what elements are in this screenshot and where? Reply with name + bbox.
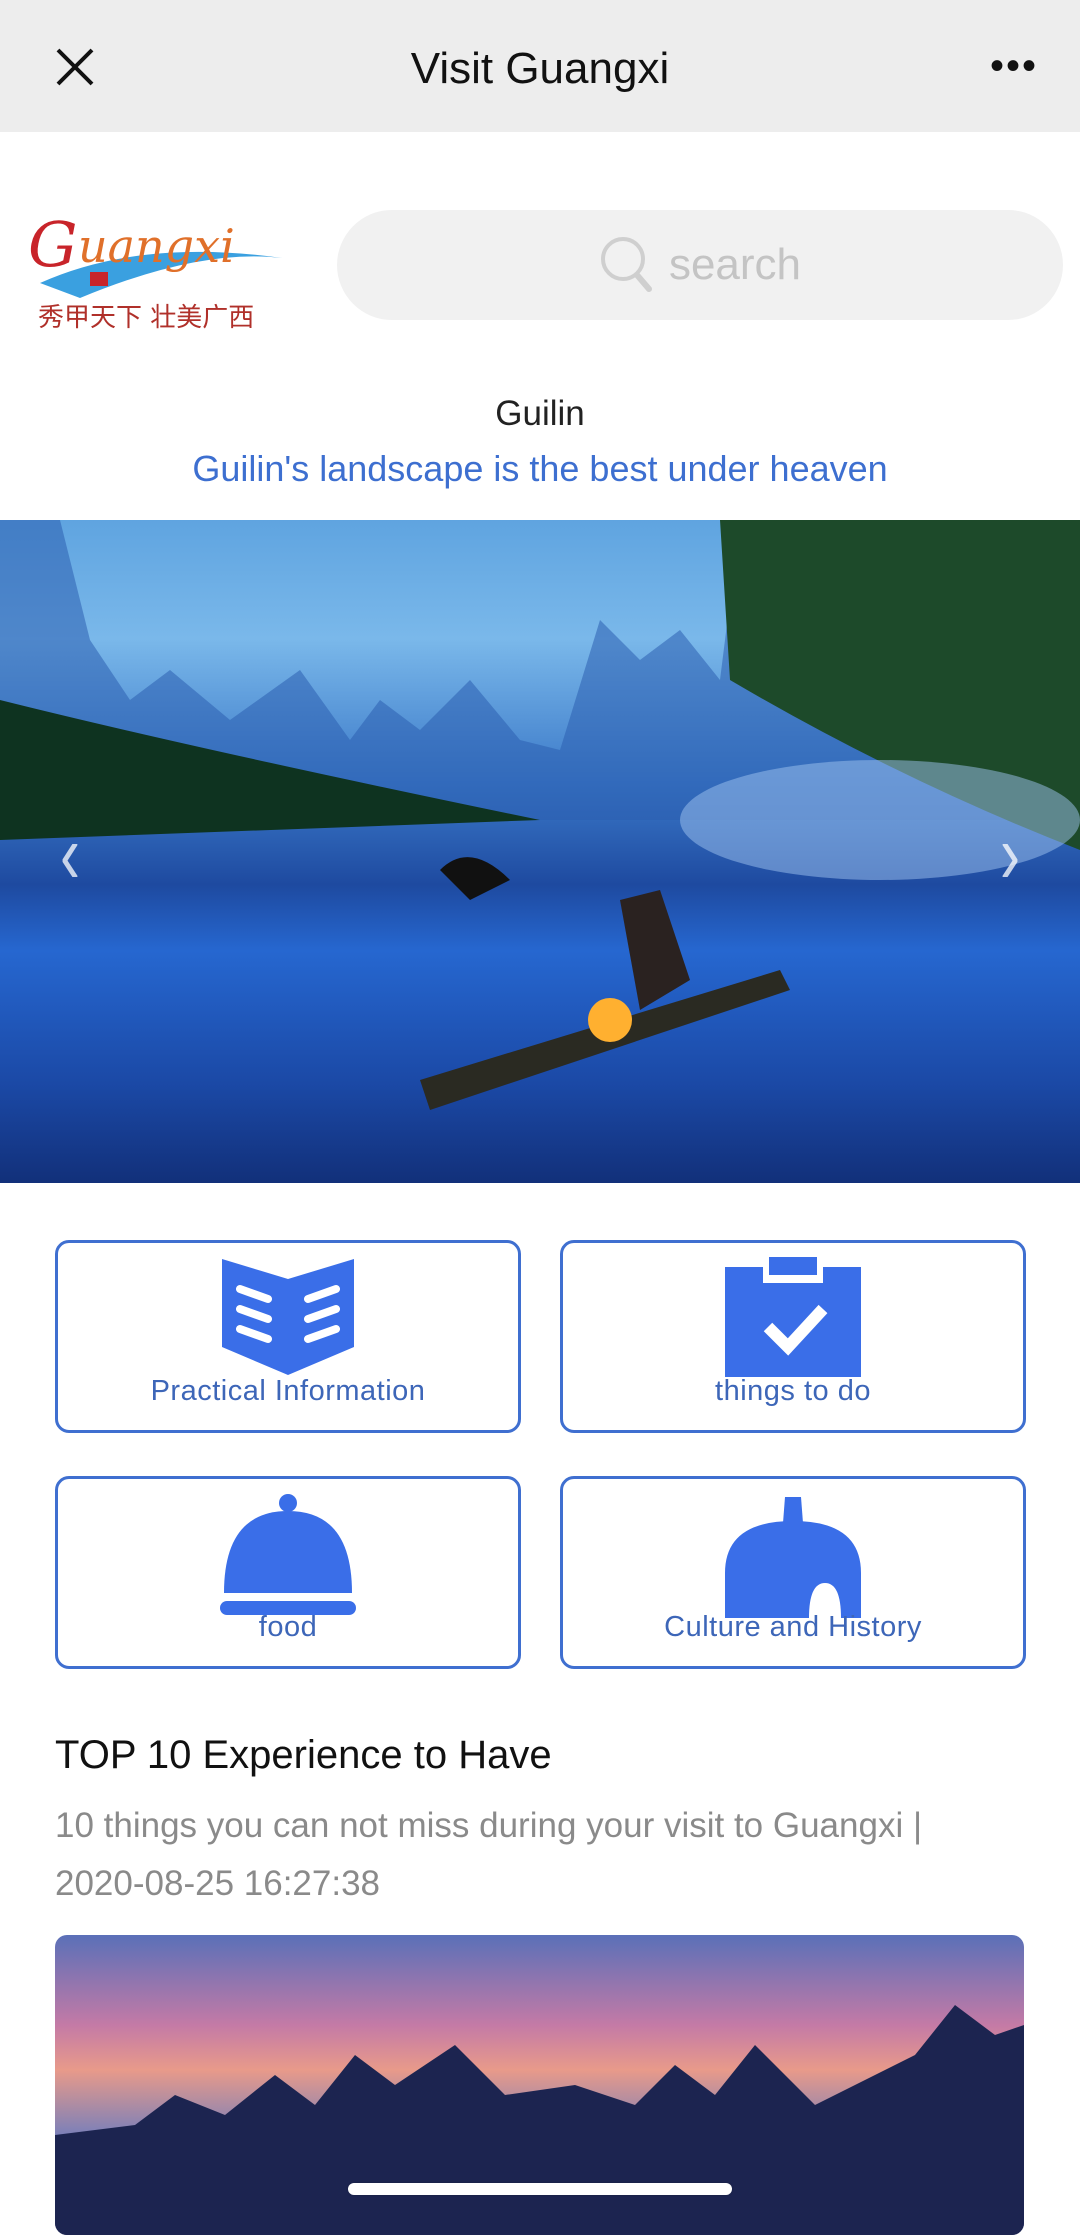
cloche-icon <box>220 1494 356 1615</box>
search-icon <box>600 237 652 292</box>
search-input[interactable]: search <box>337 210 1063 320</box>
article-summary-text: 10 things you can not miss during your v… <box>55 1806 923 1845</box>
category-culture-history[interactable]: Culture and History <box>560 1476 1026 1669</box>
article-date: 2020-08-25 16:27:38 <box>55 1864 380 1903</box>
category-label: food <box>258 1611 318 1643</box>
svg-text:uangxi: uangxi <box>78 219 235 273</box>
landscape-image <box>0 520 1080 1110</box>
book-icon <box>222 1259 354 1375</box>
svg-text:G: G <box>28 208 78 281</box>
category-food[interactable]: food <box>55 1476 521 1669</box>
dome-icon <box>725 1497 861 1618</box>
search-placeholder: search <box>668 240 802 289</box>
more-icon[interactable]: ••• <box>990 46 1038 86</box>
article-title[interactable]: TOP 10 Experience to Have <box>55 1733 552 1778</box>
banner-title: Guilin <box>495 394 585 433</box>
banner-carousel[interactable]: ‹ › <box>0 520 1080 1183</box>
carousel-next-icon[interactable]: › <box>1000 806 1020 903</box>
category-things-to-do[interactable]: things to do <box>560 1240 1026 1433</box>
category-label: Culture and History <box>664 1611 922 1643</box>
category-practical-information[interactable]: Practical Information <box>55 1240 521 1433</box>
category-label: things to do <box>715 1375 871 1407</box>
page-title: Visit Guangxi <box>410 44 670 93</box>
category-label: Practical Information <box>150 1375 426 1407</box>
home-indicator[interactable] <box>348 2183 732 2195</box>
carousel-prev-icon[interactable]: ‹ <box>60 806 80 903</box>
article-summary: 10 things you can not miss during your v… <box>55 1797 1045 1913</box>
guangxi-logo: G uangxi 秀甲天下 壮美广西 <box>28 208 282 333</box>
banner-subtitle[interactable]: Guilin's landscape is the best under hea… <box>0 448 1080 490</box>
svg-text:秀甲天下 壮美广西: 秀甲天下 壮美广西 <box>38 303 254 333</box>
clipboard-check-icon <box>725 1257 861 1377</box>
top-bar: Visit Guangxi ••• <box>0 0 1080 132</box>
